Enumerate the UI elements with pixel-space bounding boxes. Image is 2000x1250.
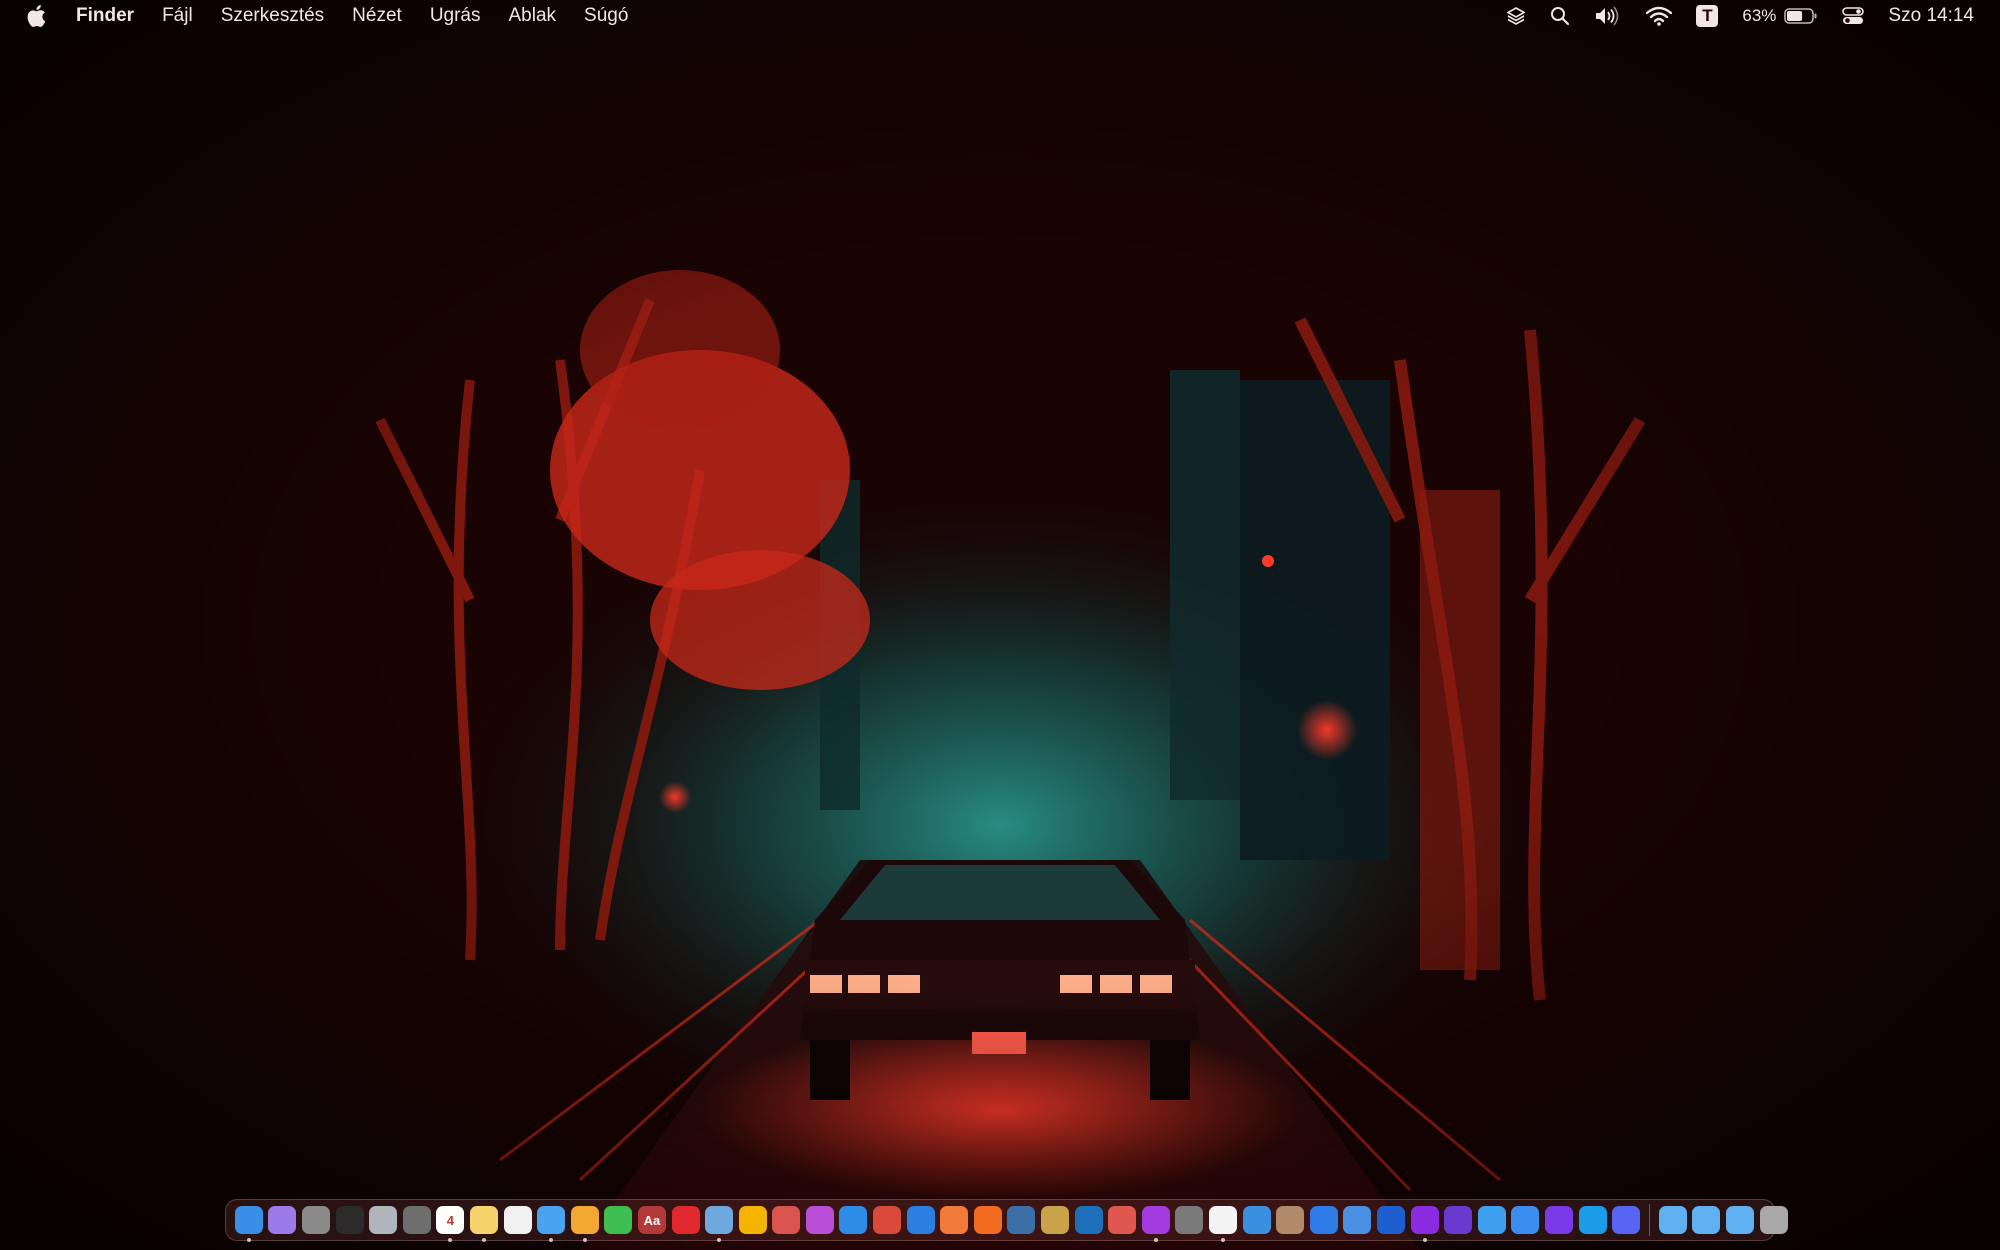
apple-menu-icon[interactable]	[26, 3, 48, 29]
dock-gear-app-icon[interactable]	[402, 1206, 431, 1234]
dock-downloads-folder-icon[interactable]	[1725, 1206, 1754, 1234]
dock-keynote-app-icon[interactable]	[973, 1206, 1002, 1234]
running-indicator	[481, 1238, 486, 1242]
dock-shield-app-icon[interactable]	[1410, 1206, 1439, 1242]
dock-affinity-publisher-icon[interactable]	[772, 1206, 801, 1234]
dock-dictionary-label: Aa	[643, 1212, 661, 1228]
menu-app-finder[interactable]: Finder	[76, 5, 134, 27]
dock-numbers-icon[interactable]	[604, 1206, 633, 1234]
dock-podcasts-icon[interactable]	[1141, 1206, 1170, 1242]
running-indicator	[1422, 1238, 1427, 1242]
dock-affinity-designer-icon[interactable]	[839, 1206, 868, 1234]
dock-affinity-photo-icon[interactable]	[805, 1206, 834, 1234]
menu-edit[interactable]: Szerkesztés	[221, 5, 324, 27]
search-icon[interactable]	[1550, 0, 1570, 32]
dock-preview-icon[interactable]	[705, 1206, 734, 1242]
dock-acrobat-icon[interactable]	[671, 1206, 700, 1234]
dock-separator	[1648, 1204, 1650, 1236]
dock-photos-icon[interactable]	[738, 1206, 767, 1234]
dock-disk-app-icon[interactable]	[940, 1206, 969, 1234]
running-indicator	[582, 1238, 587, 1242]
menu-bar-status: T 63% Szo 14:14	[1482, 0, 2000, 32]
dock-plus-app-icon[interactable]	[1444, 1206, 1473, 1234]
dock-clock-app-icon[interactable]	[1209, 1206, 1238, 1242]
menu-bar-left: Finder Fájl Szerkesztés Nézet Ugrás Abla…	[0, 0, 656, 32]
menu-view[interactable]: Nézet	[352, 5, 402, 27]
menu-clock[interactable]: Szo 14:14	[1888, 0, 1974, 32]
dock-compass-app-icon[interactable]	[873, 1206, 902, 1234]
dock-mail-icon[interactable]	[1511, 1206, 1540, 1234]
dock-magnifier-app-icon[interactable]	[1007, 1206, 1036, 1234]
battery-status[interactable]: 63%	[1742, 0, 1818, 32]
dock-grid-app-icon[interactable]	[1309, 1206, 1338, 1234]
dock-script-editor-icon[interactable]	[369, 1206, 398, 1234]
running-indicator	[1153, 1238, 1158, 1242]
dock-audio-app-icon[interactable]	[1074, 1206, 1103, 1234]
dock-cloud-app-icon[interactable]	[1242, 1206, 1271, 1234]
running-indicator	[1221, 1238, 1226, 1242]
toggle-icon[interactable]	[1842, 0, 1865, 32]
dock-notes-icon[interactable]	[469, 1206, 498, 1242]
dock-calendar-label: 4	[446, 1212, 454, 1228]
menu-file[interactable]: Fájl	[162, 5, 193, 27]
dock-trash-icon[interactable]	[1759, 1206, 1788, 1234]
dock-photo-booth-icon[interactable]	[1276, 1206, 1305, 1234]
menu-bar: Finder Fájl Szerkesztés Nézet Ugrás Abla…	[0, 0, 2000, 32]
menu-help[interactable]: Súgó	[584, 5, 628, 27]
wifi-icon[interactable]	[1646, 0, 1673, 32]
dock-finder-icon[interactable]	[234, 1206, 263, 1242]
layers-icon[interactable]	[1506, 0, 1527, 32]
menu-go[interactable]: Ugrás	[430, 5, 481, 27]
text-app-icon[interactable]: T	[1696, 0, 1719, 32]
battery-icon	[1784, 8, 1817, 24]
dock-calendar-icon[interactable]: 4	[436, 1206, 465, 1242]
dock-m-app-icon[interactable]	[1376, 1206, 1405, 1234]
dock-notchmeister-icon[interactable]	[268, 1206, 297, 1234]
running-indicator	[246, 1238, 251, 1242]
dock-system-settings-icon[interactable]	[301, 1206, 330, 1234]
dock-dictionary-icon[interactable]: Aa	[637, 1206, 666, 1234]
dock-fx-app-icon[interactable]	[1108, 1206, 1137, 1234]
battery-percent: 63%	[1742, 6, 1777, 25]
dock-safari-icon[interactable]	[1477, 1206, 1506, 1234]
dock-calculator-icon[interactable]	[1175, 1206, 1204, 1234]
dock-brush-app-icon[interactable]	[1041, 1206, 1070, 1234]
dock-tiles-app-icon[interactable]	[906, 1206, 935, 1234]
speaker-icon[interactable]	[1594, 0, 1622, 32]
dock-wave-app-icon[interactable]	[1544, 1206, 1573, 1234]
text-app-letter: T	[1696, 5, 1719, 27]
dock-skype-icon[interactable]	[1578, 1206, 1607, 1234]
desktop-wallpaper	[0, 0, 2000, 1250]
dock-pages-icon[interactable]	[570, 1206, 599, 1242]
dock-freeform-icon[interactable]	[537, 1206, 566, 1242]
dock-x-app-icon[interactable]	[1343, 1206, 1372, 1234]
dock-applications-folder-icon[interactable]	[1658, 1206, 1687, 1234]
dock-documents-folder-icon[interactable]	[1692, 1206, 1721, 1234]
dock-activity-monitor-icon[interactable]	[335, 1206, 364, 1234]
dock-discord-icon[interactable]	[1612, 1206, 1641, 1234]
dock: 4 Aa	[225, 1199, 1788, 1242]
dock-textedit-icon[interactable]	[503, 1206, 532, 1234]
menu-window[interactable]: Ablak	[509, 5, 557, 27]
